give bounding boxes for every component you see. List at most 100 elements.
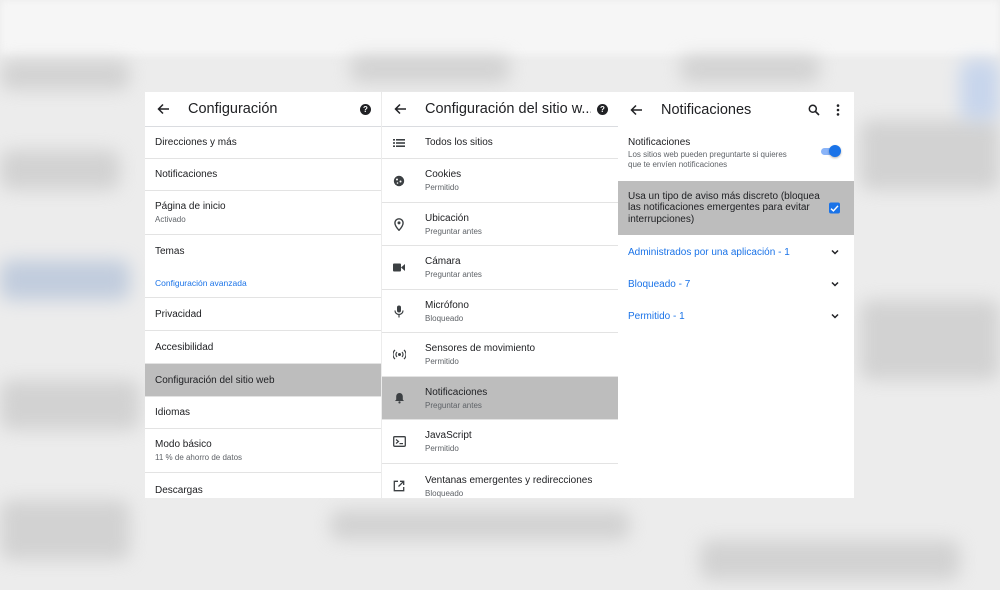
group-label: Administrados por una aplicación - 1 bbox=[628, 246, 790, 258]
microphone-icon bbox=[392, 304, 406, 318]
toggle-subtitle-line1: Los sitios web pueden preguntarte si qui… bbox=[628, 150, 787, 159]
item-title: Micrófono bbox=[425, 299, 469, 311]
settings-item-descargas[interactable]: Descargas bbox=[145, 473, 381, 498]
site-item-camara[interactable]: Cámara Preguntar antes bbox=[382, 246, 618, 290]
item-title: Sensores de movimiento bbox=[425, 343, 536, 354]
site-item-todos[interactable]: Todos los sitios bbox=[382, 127, 618, 159]
item-title: Modo básico bbox=[155, 439, 212, 450]
discreet-line3: interrupciones) bbox=[628, 213, 695, 225]
site-item-notificaciones[interactable]: Notificaciones Preguntar antes bbox=[382, 377, 618, 420]
bell-icon bbox=[392, 391, 406, 405]
item-title: Descargas bbox=[155, 484, 203, 496]
site-item-sensores[interactable]: Sensores de movimiento Permitido bbox=[382, 333, 618, 377]
item-title: Página de inicio bbox=[155, 201, 226, 212]
app-bar: Configuración del sitio w... ? bbox=[382, 92, 618, 127]
page-title: Configuración del sitio w... bbox=[425, 101, 591, 117]
group-label: Bloqueado - 7 bbox=[628, 278, 691, 290]
settings-item-accesibilidad[interactable]: Accesibilidad bbox=[145, 331, 381, 364]
discreet-checkbox[interactable] bbox=[829, 202, 840, 214]
page-title: Configuración bbox=[188, 101, 278, 117]
item-subtitle: Permitido bbox=[425, 183, 459, 192]
help-icon[interactable]: ? bbox=[597, 103, 608, 115]
site-item-microfono[interactable]: Micrófono Bloqueado bbox=[382, 290, 618, 333]
blurred-shape bbox=[960, 60, 1000, 120]
item-title: Ubicación bbox=[425, 212, 469, 224]
item-subtitle: Permitido bbox=[425, 444, 459, 453]
item-subtitle: 11 % de ahorro de datos bbox=[155, 453, 243, 462]
item-title: Temas bbox=[155, 246, 185, 257]
open-external-icon bbox=[392, 479, 406, 493]
toggle-subtitle-line2: que te envíen notificaciones bbox=[628, 160, 728, 169]
settings-item-site-settings[interactable]: Configuración del sitio web bbox=[145, 364, 381, 397]
notifications-toggle-row[interactable]: Notificaciones Los sitios web pueden pre… bbox=[618, 127, 854, 181]
sensors-icon bbox=[392, 348, 406, 362]
item-subtitle: Bloqueado bbox=[425, 313, 464, 323]
blurred-shape bbox=[860, 300, 1000, 380]
group-permitido[interactable]: Permitido - 1 bbox=[618, 300, 854, 332]
site-item-ventanas-emergentes[interactable]: Ventanas emergentes y redirecciones Bloq… bbox=[382, 464, 618, 498]
item-title: Cookies bbox=[425, 169, 462, 180]
settings-item-modo-basico[interactable]: Modo básico 11 % de ahorro de datos bbox=[145, 429, 381, 473]
blurred-shape bbox=[0, 260, 130, 300]
discreet-notifications-option[interactable]: Usa un tipo de aviso más discreto (bloqu… bbox=[618, 181, 854, 235]
back-arrow-icon[interactable] bbox=[392, 101, 408, 117]
item-title: Idiomas bbox=[155, 407, 191, 418]
site-item-cookies[interactable]: Cookies Permitido bbox=[382, 159, 618, 203]
site-item-ubicacion[interactable]: Ubicación Preguntar antes bbox=[382, 203, 618, 246]
item-subtitle: Preguntar antes bbox=[425, 270, 482, 279]
group-bloqueado[interactable]: Bloqueado - 7 bbox=[618, 268, 854, 300]
app-bar: Notificaciones bbox=[618, 92, 854, 127]
check-icon bbox=[830, 204, 839, 212]
item-title: Privacidad bbox=[155, 308, 202, 320]
search-icon[interactable] bbox=[806, 102, 822, 118]
group-administrados[interactable]: Administrados por una aplicación - 1 bbox=[618, 236, 854, 268]
blurred-shape bbox=[860, 120, 1000, 190]
cookie-icon bbox=[392, 174, 406, 188]
blurred-shape bbox=[700, 540, 960, 580]
page-title: Notificaciones bbox=[661, 101, 752, 118]
blurred-shape bbox=[0, 60, 130, 90]
discreet-line1: Usa un tipo de aviso más discreto (bloqu… bbox=[628, 190, 820, 202]
camera-icon bbox=[392, 261, 406, 275]
settings-item-temas[interactable]: Temas bbox=[145, 235, 381, 268]
item-title: Ventanas emergentes y redirecciones bbox=[425, 474, 593, 486]
item-title: Accesibilidad bbox=[155, 341, 214, 353]
item-title: JavaScript bbox=[425, 430, 472, 441]
settings-item-pagina-inicio[interactable]: Página de inicio Activado bbox=[145, 191, 381, 235]
settings-item-notificaciones[interactable]: Notificaciones bbox=[145, 159, 381, 191]
blurred-top-bar bbox=[0, 0, 1000, 55]
section-title: Configuración avanzada bbox=[155, 277, 247, 288]
blurred-shape bbox=[0, 150, 120, 190]
settings-item-direcciones[interactable]: Direcciones y más bbox=[145, 127, 381, 159]
settings-item-idiomas[interactable]: Idiomas bbox=[145, 397, 381, 429]
discreet-line2: las notificaciones emergentes para evita… bbox=[628, 202, 810, 214]
item-title: Notificaciones bbox=[425, 386, 488, 398]
back-arrow-icon[interactable] bbox=[628, 102, 644, 118]
location-pin-icon bbox=[392, 217, 406, 231]
blurred-shape bbox=[350, 55, 510, 83]
item-subtitle: Permitido bbox=[425, 357, 459, 366]
site-item-javascript[interactable]: JavaScript Permitido bbox=[382, 420, 618, 464]
group-label: Permitido - 1 bbox=[628, 310, 685, 322]
blurred-shape bbox=[0, 380, 140, 430]
chevron-down-icon bbox=[831, 313, 839, 319]
blurred-shape bbox=[0, 500, 130, 560]
app-bar: Configuración ? bbox=[145, 92, 381, 127]
chevron-down-icon bbox=[831, 249, 839, 255]
notifications-panel: Notificaciones Notificaciones Los sitios… bbox=[618, 92, 854, 498]
help-icon[interactable]: ? bbox=[360, 103, 371, 115]
list-icon bbox=[392, 136, 406, 150]
blurred-shape bbox=[680, 55, 820, 83]
settings-item-privacidad[interactable]: Privacidad bbox=[145, 298, 381, 331]
item-subtitle: Bloqueado bbox=[425, 488, 464, 498]
discreet-option-label: Usa un tipo de aviso más discreto (bloqu… bbox=[628, 191, 820, 226]
item-title: Configuración del sitio web bbox=[155, 374, 275, 386]
item-subtitle: Activado bbox=[155, 215, 186, 224]
blurred-shape bbox=[330, 510, 630, 540]
item-title: Cámara bbox=[425, 256, 461, 267]
back-arrow-icon[interactable] bbox=[155, 101, 171, 117]
item-title: Todos los sitios bbox=[425, 137, 493, 148]
more-vert-icon[interactable] bbox=[830, 102, 846, 118]
notifications-toggle-switch[interactable] bbox=[821, 145, 841, 157]
item-title: Direcciones y más bbox=[155, 137, 237, 148]
